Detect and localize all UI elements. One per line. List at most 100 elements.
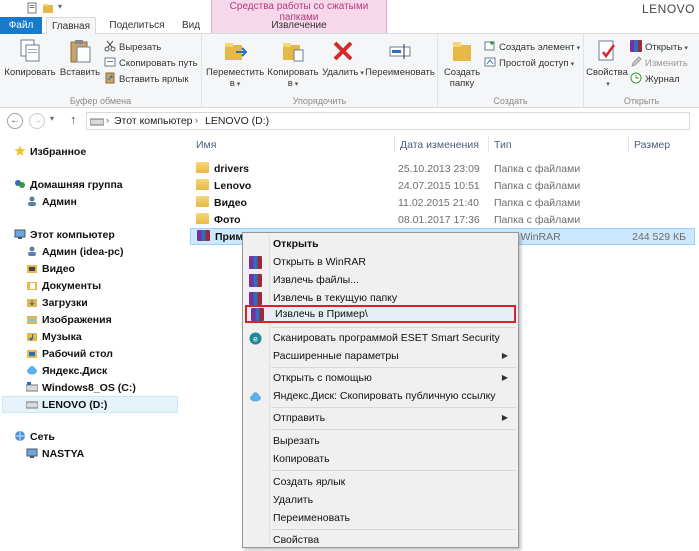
edit-button[interactable]: Изменить xyxy=(630,56,688,71)
computer-icon xyxy=(14,229,26,239)
properties-icon[interactable] xyxy=(26,2,38,14)
ctx-open-winrar[interactable]: Открыть в WinRAR xyxy=(245,253,516,271)
nav-network[interactable]: Сеть xyxy=(14,429,55,446)
paste-shortcut-button[interactable]: Вставить ярлык xyxy=(104,72,189,87)
nav-videos[interactable]: Видео xyxy=(26,261,75,278)
nav-desktop[interactable]: Рабочий стол xyxy=(26,346,113,363)
column-header-type[interactable]: Тип xyxy=(494,139,512,151)
file-type: Папка с файлами xyxy=(494,197,581,209)
ctx-extract-to-folder[interactable]: Извлечь в Пример\ xyxy=(245,305,516,323)
new-item-button[interactable]: Создать элемент ▾ xyxy=(484,40,580,55)
quick-access-caret-icon[interactable]: ▾ xyxy=(58,2,62,11)
move-to-label-2: в ▾ xyxy=(229,78,241,89)
nav-yandex-disk[interactable]: Яндекс.Диск xyxy=(26,363,107,380)
ctx-cut[interactable]: Вырезать xyxy=(245,432,516,450)
tab-file[interactable]: Файл xyxy=(0,17,42,34)
folder-icon xyxy=(196,179,209,190)
nav-music[interactable]: Музыка xyxy=(26,329,82,346)
ctx-open[interactable]: Открыть xyxy=(245,235,516,253)
music-folder-icon xyxy=(27,333,37,341)
address-segment-drive[interactable]: LENOVO (D:) xyxy=(205,115,269,127)
ctx-advanced-options[interactable]: Расширенные параметры ▶ xyxy=(245,347,516,365)
folder-icon xyxy=(196,213,209,224)
ctx-rename[interactable]: Переименовать xyxy=(245,509,516,527)
paste-button[interactable]: Вставить xyxy=(58,38,102,78)
new-folder-button[interactable]: Создать папку xyxy=(440,38,484,89)
forward-button[interactable]: → xyxy=(29,113,45,129)
winrar-icon xyxy=(249,256,262,269)
svg-text:e: e xyxy=(253,335,258,344)
file-row[interactable]: drivers 25.10.2013 23:09 Папка с файлами xyxy=(190,161,695,178)
open-caret-icon: ▾ xyxy=(684,45,688,52)
navigation-pane: Избранное Домашняя группа Админ Этот ком… xyxy=(0,134,186,551)
ctx-yandex-disk-link[interactable]: Яндекс.Диск: Скопировать публичную ссылк… xyxy=(245,387,516,405)
nav-pictures[interactable]: Изображения xyxy=(26,312,112,329)
copy-to-icon xyxy=(283,43,304,62)
address-chevron-icon[interactable]: › xyxy=(195,115,198,125)
context-menu: Открыть Открыть в WinRAR Извлечь файлы..… xyxy=(242,232,519,548)
move-to-caret-icon: ▾ xyxy=(236,81,241,88)
tab-extract[interactable]: Извлечение xyxy=(212,17,386,34)
file-row[interactable]: Видео 11.02.2015 21:40 Папка с файлами xyxy=(190,195,695,212)
cut-button[interactable]: Вырезать xyxy=(104,40,161,55)
column-header-date[interactable]: Дата изменения xyxy=(400,139,479,151)
nav-homegroup-user[interactable]: Админ xyxy=(26,194,77,211)
nav-homegroup[interactable]: Домашняя группа xyxy=(14,177,123,194)
desktop-folder-icon xyxy=(27,350,37,358)
column-divider[interactable] xyxy=(628,136,629,152)
nav-downloads[interactable]: Загрузки xyxy=(26,295,88,312)
properties-button[interactable]: Свойства ▾ xyxy=(586,38,628,90)
nav-favorites[interactable]: Избранное xyxy=(14,144,86,161)
submenu-arrow-icon: ▶ xyxy=(501,351,508,360)
nav-pc-user[interactable]: Админ (idea-pc) xyxy=(26,244,123,261)
ctx-delete[interactable]: Удалить xyxy=(245,491,516,509)
easy-access-button[interactable]: Простой доступ ▾ xyxy=(484,56,574,71)
up-button[interactable]: ↑ xyxy=(70,112,77,127)
address-box[interactable]: › Этот компьютер › LENOVO (D:) xyxy=(86,112,690,130)
column-divider[interactable] xyxy=(488,136,489,152)
back-button[interactable]: ← xyxy=(7,113,23,129)
copy-path-label: Скопировать путь xyxy=(119,58,198,69)
move-to-button[interactable]: Переместить в ▾ xyxy=(206,38,264,90)
nav-drive-c[interactable]: Windows8_OS (C:) xyxy=(26,380,136,397)
winrar-icon xyxy=(630,40,642,52)
copy-button[interactable]: Копировать xyxy=(4,38,56,78)
ctx-copy[interactable]: Копировать xyxy=(245,450,516,468)
file-name: Фото xyxy=(214,214,241,226)
rename-button[interactable]: Переименовать xyxy=(364,38,436,78)
menu-separator xyxy=(271,429,516,430)
column-divider[interactable] xyxy=(394,136,395,152)
tab-view[interactable]: Вид xyxy=(173,17,209,34)
tab-home[interactable]: Главная xyxy=(46,17,96,35)
ctx-properties[interactable]: Свойства xyxy=(245,531,516,549)
yandex-disk-icon xyxy=(27,366,37,375)
address-chevron-icon[interactable]: › xyxy=(106,115,109,125)
copy-to-button[interactable]: Копировать в ▾ xyxy=(264,38,322,90)
nav-drive-d[interactable]: LENOVO (D:) xyxy=(2,396,178,413)
recent-locations-caret-icon[interactable]: ▾ xyxy=(50,114,54,123)
ctx-open-with[interactable]: Открыть с помощью ▶ xyxy=(245,369,516,387)
history-button[interactable]: Журнал xyxy=(630,72,680,87)
file-row[interactable]: Lenovo 24.07.2015 10:51 Папка с файлами xyxy=(190,178,695,195)
column-header-size[interactable]: Размер xyxy=(634,139,670,151)
nav-network-computer[interactable]: NASTYA xyxy=(26,446,84,463)
open-label: Открыть xyxy=(645,42,683,53)
ctx-send-to[interactable]: Отправить ▶ xyxy=(245,409,516,427)
drive-icon xyxy=(26,401,38,409)
delete-button[interactable]: Удалить ▾ xyxy=(320,38,366,79)
address-segment-computer[interactable]: Этот компьютер xyxy=(114,115,193,127)
copy-path-button[interactable]: Скопировать путь xyxy=(104,56,198,71)
ctx-eset-scan[interactable]: e Сканировать программой ESET Smart Secur… xyxy=(245,329,516,347)
ctx-extract-files[interactable]: Извлечь файлы... xyxy=(245,271,516,289)
video-folder-icon xyxy=(27,265,37,273)
folder-icon xyxy=(196,162,209,173)
open-button[interactable]: Открыть ▾ xyxy=(630,40,688,55)
new-folder-quick-icon[interactable] xyxy=(42,2,54,14)
ctx-create-shortcut[interactable]: Создать ярлык xyxy=(245,473,516,491)
nav-documents[interactable]: Документы xyxy=(26,278,101,295)
nav-this-pc[interactable]: Этот компьютер xyxy=(14,227,115,244)
tab-share[interactable]: Поделиться xyxy=(102,17,172,34)
column-header-name[interactable]: Имя xyxy=(196,139,216,151)
file-row[interactable]: Фото 08.01.2017 17:36 Папка с файлами xyxy=(190,212,695,229)
history-icon xyxy=(630,72,642,84)
